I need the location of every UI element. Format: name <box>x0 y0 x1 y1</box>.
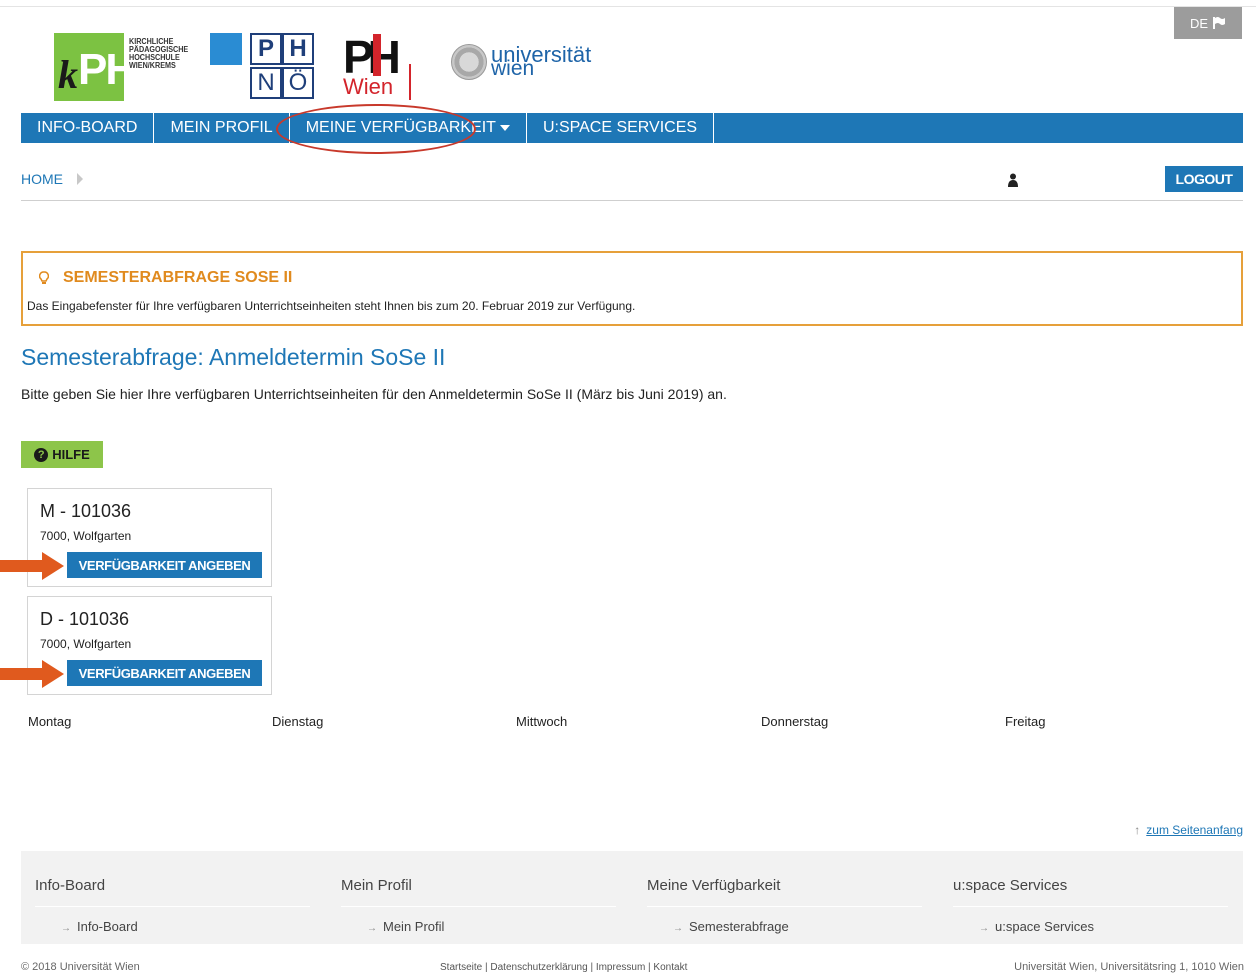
notice-title: SEMESTERABFRAGE SOSE II <box>63 269 293 286</box>
weekday-label: Mittwoch <box>516 714 568 729</box>
footer-link[interactable]: → Info-Board <box>61 919 138 934</box>
main-navigation: INFO-BOARD MEIN PROFIL MEINE VERFÜGBARKE… <box>21 113 1243 143</box>
footer-link[interactable]: → u:space Services <box>979 919 1094 934</box>
kph-logo: k PH <box>54 33 137 101</box>
kph-logo-mark: PH <box>78 45 137 94</box>
course-code: D - 101036 <box>40 609 130 629</box>
footer-heading: Info-Board <box>35 877 106 894</box>
footer-address: Universität Wien, Universitätsring 1, 10… <box>1014 961 1244 973</box>
course-location: 7000, Wolfgarten <box>40 529 132 543</box>
course-code: M - 101036 <box>40 501 132 521</box>
page-subtitle: Bitte geben Sie hier Ihre verfügbaren Un… <box>21 386 727 402</box>
ph-noe-logo: P H N Ö <box>210 33 314 99</box>
weekday-label: Freitag <box>1005 714 1046 729</box>
footer: Info-Board → Info-Board Mein Profil → Mein… <box>21 851 1243 944</box>
ph-wien-logo: PH Wien <box>343 30 411 100</box>
footer-heading: Meine Verfügbarkeit <box>647 877 781 894</box>
weekday-label: Donnerstag <box>761 714 829 729</box>
chevron-right-icon <box>77 173 83 185</box>
copyright: © 2018 Universität Wien <box>21 961 140 973</box>
breadcrumb: HOME <box>21 171 83 187</box>
help-label: HILFE <box>52 447 90 462</box>
nav-info-board[interactable]: INFO-BOARD <box>21 113 155 143</box>
caret-down-icon <box>499 125 510 131</box>
universitaet-wien-logo: universität wien <box>451 44 591 80</box>
footer-heading: Mein Profil <box>341 877 412 894</box>
footer-link[interactable]: → Mein Profil <box>367 919 444 934</box>
annotation-arrow-icon <box>0 552 64 580</box>
flag-icon <box>1213 17 1226 29</box>
header-divider <box>21 200 1243 201</box>
arrow-right-icon: → <box>673 923 683 934</box>
top-divider <box>0 6 1256 7</box>
verfuegbarkeit-angeben-button[interactable]: VERFÜGBARKEIT ANGEBEN <box>67 660 262 686</box>
verfuegbarkeit-angeben-button[interactable]: VERFÜGBARKEIT ANGEBEN <box>67 552 262 578</box>
lightbulb-icon <box>39 271 49 284</box>
nav-uspace-services[interactable]: U:SPACE SERVICES <box>527 113 715 143</box>
help-button[interactable]: ? HILFE <box>21 441 103 468</box>
footer-heading: u:space Services <box>953 877 1068 894</box>
kph-logo-text: KIRCHLICHE PÄDAGOGISCHE HOCHSCHULE WIEN/… <box>129 37 189 70</box>
course-location: 7000, Wolfgarten <box>40 637 132 651</box>
nav-meine-verfuegbarkeit[interactable]: MEINE VERFÜGBARKEIT <box>290 113 527 143</box>
notice-box: SEMESTERABFRAGE SOSE II Das Eingabefenst… <box>21 251 1243 326</box>
nav-mein-profil[interactable]: MEIN PROFIL <box>154 113 290 143</box>
arrow-right-icon: → <box>61 923 71 934</box>
to-top-link[interactable]: ↑ zum Seitenanfang <box>1134 823 1243 837</box>
annotation-arrow-icon <box>0 660 64 688</box>
to-top-label: zum Seitenanfang <box>1146 823 1243 837</box>
weekday-label: Montag <box>28 714 72 729</box>
weekday-label: Dienstag <box>272 714 324 729</box>
footer-legal-links[interactable]: Startseite | Datenschutzerklärung | Impr… <box>440 962 687 973</box>
footer-link[interactable]: → Semesterabfrage <box>673 919 789 934</box>
arrow-right-icon: → <box>367 923 377 934</box>
language-switch[interactable]: DE <box>1174 7 1242 39</box>
page-title: Semesterabfrage: Anmeldetermin SoSe II <box>21 344 446 370</box>
arrow-up-icon: ↑ <box>1134 823 1141 837</box>
arrow-right-icon: → <box>979 923 989 934</box>
notice-text: Das Eingabefenster für Ihre verfügbaren … <box>27 299 636 313</box>
nav-meine-verfuegbarkeit-label: MEINE VERFÜGBARKEIT <box>305 119 496 136</box>
question-circle-icon: ? <box>34 447 49 462</box>
user-icon[interactable] <box>1008 173 1018 187</box>
university-seal-icon <box>451 44 487 80</box>
language-label: DE <box>1189 15 1209 31</box>
logout-button[interactable]: LOGOUT <box>1165 166 1243 192</box>
breadcrumb-home[interactable]: HOME <box>21 171 63 187</box>
